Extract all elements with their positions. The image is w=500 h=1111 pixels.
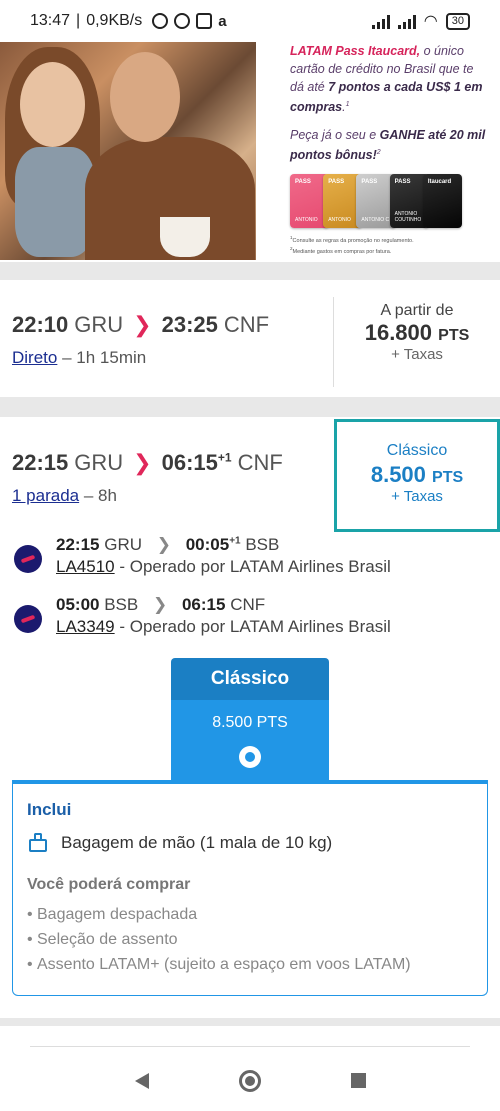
carry-on-bag-icon	[27, 832, 49, 854]
list-item: Seleção de assento	[27, 927, 473, 952]
flight-option-1[interactable]: 22:10 GRU ❯ 23:25 CNF Direto – 1h 15min A …	[0, 296, 500, 396]
status-right: ◠ 30	[371, 11, 470, 31]
flight-times: 22:15 GRU ❯ 06:15+1 CNF	[12, 450, 283, 475]
can-buy-list: Bagagem despachada Seleção de assento As…	[27, 902, 473, 977]
status-time: 13:47	[30, 12, 71, 29]
back-icon[interactable]	[134, 1072, 149, 1089]
status-left: 13:47 | 0,9KB/s a	[30, 12, 227, 30]
fare-price[interactable]: A partir de 16.800 PTS + Taxas	[334, 302, 500, 363]
wifi-icon: ◠	[423, 13, 438, 30]
can-buy-title: Você poderá comprar	[27, 876, 191, 893]
signal-icon-2	[397, 13, 416, 29]
includes-title: Inclui	[27, 800, 72, 819]
signal-icon	[371, 13, 390, 29]
fare-name: Clássico	[171, 658, 329, 700]
list-item: Bagagem despachada	[27, 902, 473, 927]
fare-tab-price: 8.500 PTS	[212, 714, 288, 731]
promo-banner[interactable]: LATAM Pass Itaucard, o único cartão de c…	[0, 42, 500, 262]
stops-link[interactable]: Direto	[12, 348, 57, 367]
stops-link[interactable]: 1 parada	[12, 486, 79, 505]
banner-fineprint: 1Consulte as regras da promoção no regul…	[290, 235, 414, 255]
flight-times: 22:10 GRU ❯ 23:25 CNF	[12, 312, 270, 337]
section-divider	[0, 397, 500, 417]
price-separator	[333, 297, 334, 387]
selected-fare-price[interactable]: Clássico 8.500 PTS + Taxas	[334, 419, 500, 532]
flight-summary: Direto – 1h 15min	[12, 348, 147, 367]
amazon-icon: a	[218, 12, 227, 30]
status-icons: a	[152, 12, 227, 30]
arrow-right-icon: ❯	[133, 312, 152, 337]
latam-logo-icon	[14, 545, 42, 573]
card-itaucard: Itaucard	[422, 174, 463, 228]
flight-summary: 1 parada – 8h	[12, 486, 117, 505]
status-speed: 0,9KB/s	[86, 12, 143, 29]
couple-photo	[0, 42, 256, 260]
app-icon	[196, 12, 213, 29]
credit-cards-image: PASS ANTONIO PASS ANTONIO PASS ANTONIO C PA…	[290, 174, 463, 228]
flight-leg-2: 05:00 BSB ❯ 06:15 CNF LA3349 - Operado p…	[14, 595, 494, 645]
section-divider	[0, 1018, 500, 1026]
alarm-icon	[152, 12, 169, 29]
flight-number-link[interactable]: LA3349	[56, 617, 115, 636]
includes-item: Bagagem de mão (1 mala de 10 kg)	[27, 832, 473, 854]
fare-radio[interactable]	[239, 746, 261, 768]
latam-logo-icon	[14, 605, 42, 633]
chevron-right-icon: ❯	[156, 535, 171, 554]
section-divider	[0, 262, 500, 280]
whatsapp-icon	[174, 12, 191, 29]
arrow-right-icon: ❯	[133, 450, 152, 475]
home-icon[interactable]	[238, 1069, 261, 1092]
status-bar: 13:47 | 0,9KB/s a ◠ 30	[0, 0, 500, 42]
flight-number-link[interactable]: LA4510	[56, 557, 115, 576]
list-item: Assento LATAM+ (sujeito a espaço em voos…	[27, 952, 473, 977]
flight-leg-1: 22:15 GRU ❯ 00:05+1 BSB LA4510 - Operado…	[14, 535, 494, 585]
fare-details: Inclui Bagagem de mão (1 mala de 10 kg) …	[12, 784, 488, 996]
banner-text: LATAM Pass Itaucard, o único cartão de c…	[290, 44, 486, 163]
chevron-right-icon: ❯	[152, 595, 168, 614]
battery-icon: 30	[445, 12, 470, 30]
fare-option-classico[interactable]: Clássico 8.500 PTS	[171, 658, 329, 780]
recent-apps-icon[interactable]	[350, 1073, 366, 1088]
system-nav-bar	[0, 1050, 500, 1111]
